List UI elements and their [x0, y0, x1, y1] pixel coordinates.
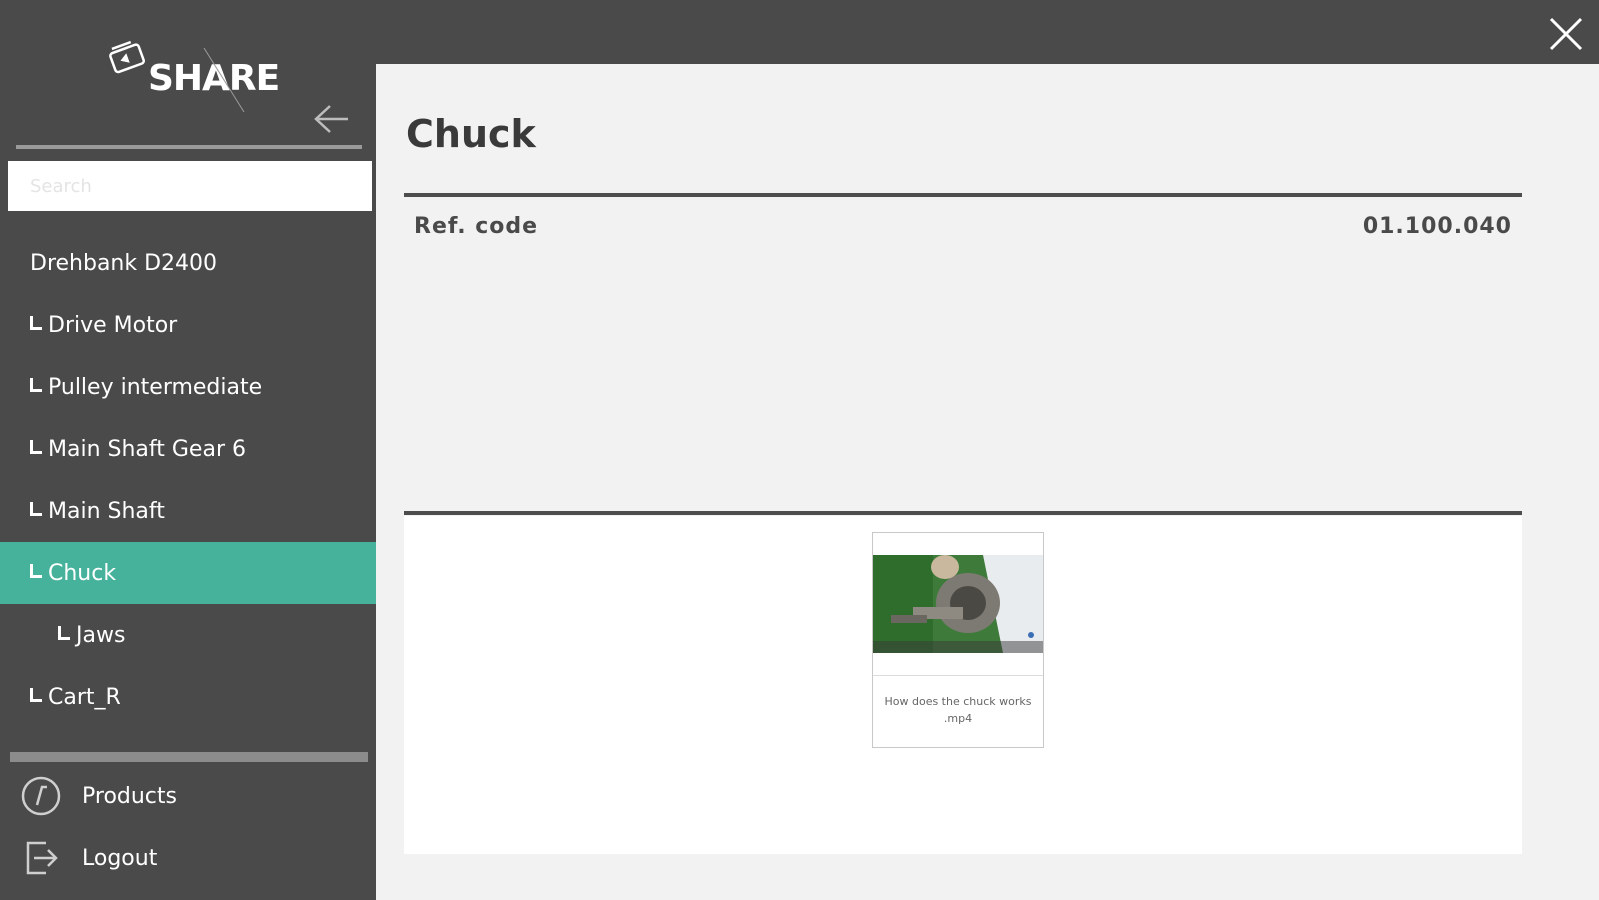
logout-button[interactable]: Logout — [0, 827, 376, 889]
tree-item-label: Main Shaft — [48, 498, 165, 524]
tree-item-main-shaft[interactable]: Main Shaft — [0, 480, 376, 542]
products-button[interactable]: Products — [0, 765, 376, 827]
sidebar-divider — [10, 752, 368, 762]
ref-code-row: Ref. code 01.100.040 — [414, 214, 1512, 239]
child-indicator-icon — [30, 564, 42, 578]
tree-item-label: Cart_R — [48, 684, 121, 710]
ref-code-value: 01.100.040 — [1362, 214, 1512, 239]
product-tree: Drehbank D2400 Drive Motor Pulley interm… — [0, 232, 376, 728]
sidebar: SHARE Drehbank D2400 Drive Motor P — [0, 0, 376, 900]
media-item[interactable]: How does the chuck works .mp4 — [872, 532, 1044, 748]
sidebar-divider — [16, 145, 362, 149]
child-indicator-icon — [30, 440, 42, 454]
tree-item-drehbank-d2400[interactable]: Drehbank D2400 — [0, 232, 376, 294]
tree-item-chuck[interactable]: Chuck — [0, 542, 376, 604]
title-divider — [404, 193, 1522, 197]
collapse-sidebar-button[interactable] — [312, 102, 352, 136]
tree-item-label: Drehbank D2400 — [30, 250, 218, 276]
child-indicator-icon — [58, 626, 70, 640]
media-gallery: How does the chuck works .mp4 — [404, 516, 1522, 854]
tree-item-label: Drive Motor — [48, 312, 178, 338]
tree-item-label: Chuck — [48, 560, 117, 586]
products-label: Products — [82, 783, 177, 809]
lathe-chuck-image — [873, 555, 1043, 653]
media-caption: How does the chuck works .mp4 — [884, 695, 1032, 725]
tree-item-label: Pulley intermediate — [48, 374, 263, 400]
bottom-nav: Products Logout — [0, 765, 376, 889]
close-button[interactable] — [1548, 16, 1584, 52]
page-title: Chuck — [406, 112, 536, 156]
logout-label: Logout — [82, 845, 158, 871]
tree-item-label: Jaws — [76, 622, 126, 648]
child-indicator-icon — [30, 688, 42, 702]
arrow-left-icon — [314, 105, 348, 133]
tree-item-pulley-intermediate[interactable]: Pulley intermediate — [0, 356, 376, 418]
app-window: SHARE Drehbank D2400 Drive Motor P — [0, 0, 1599, 900]
tree-item-main-shaft-gear-6[interactable]: Main Shaft Gear 6 — [0, 418, 376, 480]
media-divider — [404, 511, 1522, 515]
close-icon — [1549, 17, 1583, 51]
share-logo: SHARE — [106, 36, 280, 113]
tree-item-label: Main Shaft Gear 6 — [48, 436, 246, 462]
tree-item-cart-r[interactable]: Cart_R — [0, 666, 376, 728]
detail-panel: Chuck Ref. code 01.100.040 How does the … — [376, 64, 1599, 900]
tree-item-jaws[interactable]: Jaws — [0, 604, 376, 666]
child-indicator-icon — [30, 502, 42, 516]
child-indicator-icon — [30, 378, 42, 392]
video-thumbnail — [873, 555, 1043, 653]
products-icon — [21, 776, 61, 816]
logout-icon — [26, 841, 58, 875]
ref-code-label: Ref. code — [414, 214, 539, 239]
search-input[interactable] — [8, 161, 372, 211]
child-indicator-icon — [30, 316, 42, 330]
tree-item-drive-motor[interactable]: Drive Motor — [0, 294, 376, 356]
